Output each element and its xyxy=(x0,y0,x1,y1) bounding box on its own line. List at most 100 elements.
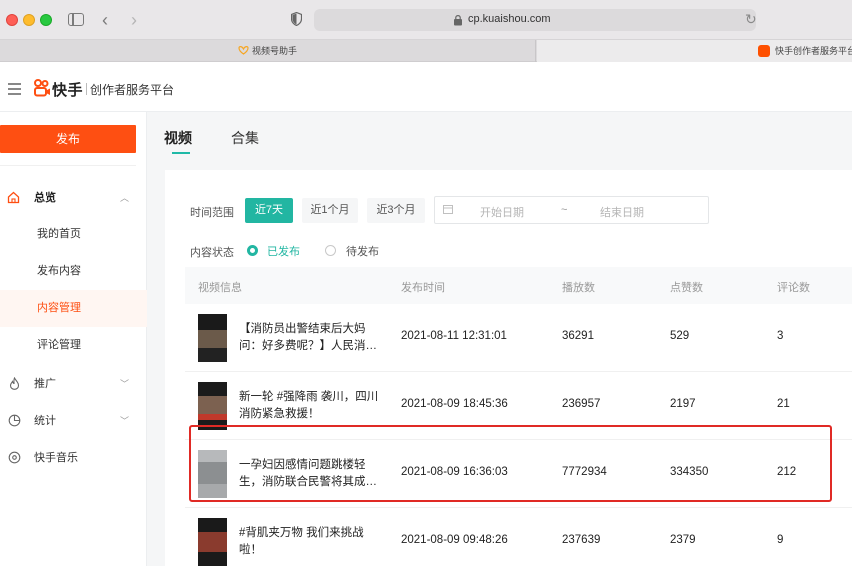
browser-tab-kuaishou[interactable]: 快手创作者服务平台 xyxy=(537,40,852,62)
date-range-picker[interactable]: 开始日期 ~ 结束日期 xyxy=(434,196,709,224)
hamburger-menu-icon[interactable] xyxy=(8,83,21,95)
play-count: 237639 xyxy=(562,534,601,546)
column-header-likes: 点赞数 xyxy=(670,282,703,294)
lock-icon xyxy=(454,15,462,26)
sidebar-item-label: 我的首页 xyxy=(37,228,81,240)
filter-chip-1-month[interactable]: 近1个月 xyxy=(302,198,358,223)
active-tab-indicator xyxy=(172,152,190,154)
video-title[interactable]: 新一轮 #强降雨 袭川，四川消防紧急救援！ xyxy=(239,389,379,423)
sidebar-item-label: 评论管理 xyxy=(37,339,81,351)
video-title[interactable]: 一孕妇因感情问题跳楼轻生，消防联合民警将其成… xyxy=(239,457,379,491)
publish-time: 2021-08-11 12:31:01 xyxy=(401,330,507,342)
forward-arrow-icon[interactable]: › xyxy=(127,9,141,31)
comment-count: 3 xyxy=(777,330,784,342)
comment-count: 212 xyxy=(777,466,797,478)
comment-count: 9 xyxy=(777,534,784,546)
table-row[interactable]: 新一轮 #强降雨 袭川，四川消防紧急救援！ 2021-08-09 18:45:3… xyxy=(185,372,852,440)
table-row[interactable]: #背肌夹万物 我们来挑战啦！ 2021-08-09 09:48:26 23763… xyxy=(185,508,852,566)
sidebar-item-promotion[interactable]: 推广 ﹀ xyxy=(0,365,147,403)
music-icon xyxy=(8,451,21,464)
radio-label-published: 已发布 xyxy=(267,246,300,258)
chevron-down-icon: ﹀ xyxy=(120,379,130,389)
browser-toolbar: ‹ › cp.kuaishou.com ↻ xyxy=(0,0,852,40)
platform-name: 创作者服务平台 xyxy=(90,83,175,97)
radio-published[interactable] xyxy=(247,245,258,256)
publish-time: 2021-08-09 18:45:36 xyxy=(401,398,508,410)
sidebar-item-publish-content[interactable]: 发布内容 xyxy=(0,253,147,290)
end-date-input[interactable]: 结束日期 xyxy=(600,204,644,220)
url-text: cp.kuaishou.com xyxy=(468,13,551,25)
video-thumbnail[interactable] xyxy=(198,382,227,430)
sidebar-item-label: 统计 xyxy=(34,415,56,427)
browser-tab-channels-assistant[interactable]: 视频号助手 xyxy=(0,40,536,62)
kuaishou-favicon-icon xyxy=(758,45,770,57)
sidebar-item-comment-management[interactable]: 评论管理 xyxy=(0,327,147,364)
filter-chip-7-days[interactable]: 近7天 xyxy=(245,198,293,223)
video-title[interactable]: 【消防员出警结束后大妈问：好多费呢？】人民消… xyxy=(239,321,379,355)
content-tabs: 视频 合集 xyxy=(148,112,852,158)
sidebar: 发布 总览 ︿ 我的首页 发布内容 内容管理 评论管理 推广 ﹀ 统计 ﹀ 快手… xyxy=(0,112,147,566)
sidebar-divider xyxy=(0,165,136,166)
publish-button[interactable]: 发布 xyxy=(0,125,136,153)
tab-label: 视频号助手 xyxy=(251,46,297,56)
sidebar-toggle-icon[interactable] xyxy=(66,9,86,31)
time-range-label: 时间范围 xyxy=(190,207,234,219)
column-header-comments: 评论数 xyxy=(777,282,810,294)
address-bar[interactable]: cp.kuaishou.com ↻ xyxy=(314,9,757,31)
start-date-input[interactable]: 开始日期 xyxy=(480,204,524,220)
zoom-window-button[interactable] xyxy=(40,14,52,26)
column-header-plays: 播放数 xyxy=(562,282,595,294)
sidebar-item-kuaishou-music[interactable]: 快手音乐 xyxy=(0,439,147,477)
pie-chart-icon xyxy=(8,414,21,427)
tab-video[interactable]: 视频 xyxy=(164,128,192,148)
minimize-window-button[interactable] xyxy=(23,14,35,26)
sidebar-item-statistics[interactable]: 统计 ﹀ xyxy=(0,402,147,440)
radio-pending[interactable] xyxy=(325,245,336,256)
calendar-icon xyxy=(443,205,453,214)
video-title[interactable]: #背肌夹万物 我们来挑战啦！ xyxy=(239,525,379,559)
content-status-label: 内容状态 xyxy=(190,247,234,259)
play-count: 7772934 xyxy=(562,466,607,478)
like-count: 2197 xyxy=(670,398,696,410)
like-count: 529 xyxy=(670,330,690,342)
sidebar-item-content-management[interactable]: 内容管理 xyxy=(0,290,147,327)
sidebar-item-label: 内容管理 xyxy=(37,302,81,314)
chevron-up-icon: ︿ xyxy=(120,193,130,203)
like-count: 334350 xyxy=(670,466,709,478)
back-arrow-icon[interactable]: ‹ xyxy=(98,9,112,31)
channels-logo-icon xyxy=(238,46,249,55)
app-header: 快手 创作者服务平台 xyxy=(0,62,852,112)
column-header-video-info: 视频信息 xyxy=(198,282,242,294)
video-thumbnail[interactable] xyxy=(198,450,227,498)
video-thumbnail[interactable] xyxy=(198,518,227,566)
sidebar-item-label: 推广 xyxy=(34,378,56,390)
reload-icon[interactable]: ↻ xyxy=(745,11,757,28)
publish-time: 2021-08-09 16:36:03 xyxy=(401,466,508,478)
close-window-button[interactable] xyxy=(6,14,18,26)
play-count: 36291 xyxy=(562,330,594,342)
flame-icon xyxy=(9,377,20,390)
publish-time: 2021-08-09 09:48:26 xyxy=(401,534,508,546)
date-range-separator: ~ xyxy=(561,204,568,216)
table-header: 视频信息 发布时间 播放数 点赞数 评论数 xyxy=(185,267,852,304)
sidebar-item-my-home[interactable]: 我的首页 xyxy=(0,216,147,253)
table-row[interactable]: 【消防员出警结束后大妈问：好多费呢？】人民消… 2021-08-11 12:31… xyxy=(185,304,852,372)
browser-tab-bar: 视频号助手 快手创作者服务平台 xyxy=(0,40,852,62)
tab-collection[interactable]: 合集 xyxy=(231,128,259,148)
home-icon xyxy=(7,191,20,204)
comment-count: 21 xyxy=(777,398,790,410)
content-panel: 时间范围 近7天 近1个月 近3个月 开始日期 ~ 结束日期 内容状态 已发布 … xyxy=(165,170,852,566)
filter-chip-3-months[interactable]: 近3个月 xyxy=(367,198,425,223)
video-thumbnail[interactable] xyxy=(198,314,227,362)
kuaishou-logo-icon xyxy=(34,79,50,97)
radio-label-pending: 待发布 xyxy=(346,246,379,258)
play-count: 236957 xyxy=(562,398,601,410)
tab-label: 快手创作者服务平台 xyxy=(775,46,852,56)
sidebar-item-label: 发布内容 xyxy=(37,265,81,277)
column-header-publish-time: 发布时间 xyxy=(401,282,445,294)
table-row[interactable]: 一孕妇因感情问题跳楼轻生，消防联合民警将其成… 2021-08-09 16:36… xyxy=(185,440,852,508)
privacy-shield-icon[interactable] xyxy=(289,9,303,31)
sidebar-item-overview[interactable]: 总览 ︿ xyxy=(0,179,147,217)
sidebar-item-label: 快手音乐 xyxy=(34,452,78,464)
logo-text: 快手 xyxy=(52,82,84,99)
